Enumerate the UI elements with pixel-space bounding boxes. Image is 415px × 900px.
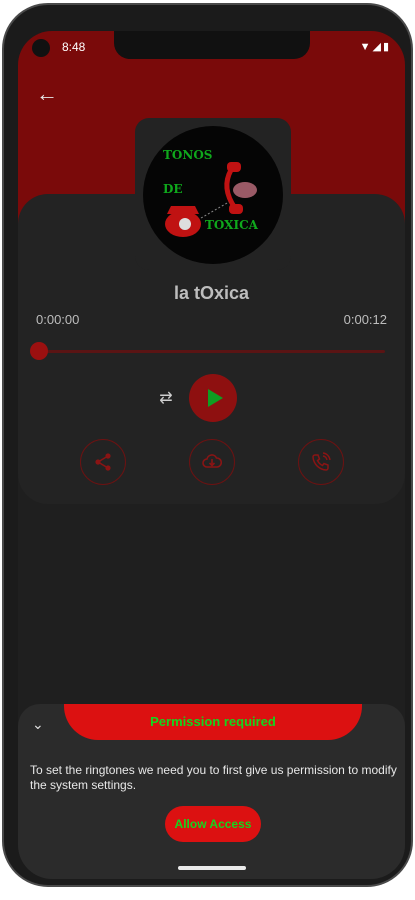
set-ringtone-button[interactable] <box>298 439 344 485</box>
repeat-button[interactable]: ⇄ <box>156 388 176 408</box>
arrow-left-icon: ← <box>36 81 58 106</box>
permission-title: Permission required <box>64 704 362 740</box>
cover-disc: TONOS DE TOXICA <box>143 126 283 264</box>
elapsed-time: 0:00:00 <box>36 312 80 327</box>
notch <box>114 31 310 59</box>
status-time: 8:48 <box>62 40 86 54</box>
share-icon <box>95 453 111 471</box>
permission-message: To set the ringtones we need you to firs… <box>30 763 397 792</box>
play-icon <box>208 389 223 407</box>
cover-text-top: TONOS <box>163 148 213 162</box>
permission-sheet: ⌄ Permission required To set the rington… <box>18 704 405 879</box>
seek-bar[interactable] <box>38 350 385 353</box>
back-button[interactable]: ← <box>32 79 62 109</box>
play-button[interactable] <box>189 374 237 422</box>
share-button[interactable] <box>80 439 126 485</box>
ringtone-cover: TONOS DE TOXICA <box>135 118 291 270</box>
cover-text-bottom: TOXICA <box>205 218 258 232</box>
phone-frame: 8:48 ▼◢▮ ← TONOS DE TOXICA la tOxica 0:0… <box>2 3 413 887</box>
allow-access-button[interactable]: Allow Access <box>165 806 261 842</box>
collapse-button[interactable]: ⌄ <box>32 716 44 733</box>
cover-text-mid: DE <box>163 182 183 196</box>
camera-hole <box>32 39 50 57</box>
phone-ring-icon <box>312 452 331 471</box>
chevron-down-icon: ⌄ <box>32 716 44 732</box>
total-duration: 0:00:12 <box>343 312 387 327</box>
home-indicator <box>178 866 246 870</box>
download-button[interactable] <box>189 439 235 485</box>
seek-thumb[interactable] <box>30 342 48 360</box>
status-icons: ▼◢▮ <box>359 41 391 53</box>
cloud-download-icon <box>202 454 222 468</box>
ringtone-title: la tOxica <box>173 283 250 303</box>
app-screen: 8:48 ▼◢▮ ← TONOS DE TOXICA la tOxica 0:0… <box>18 31 405 879</box>
repeat-icon: ⇄ <box>159 390 173 407</box>
